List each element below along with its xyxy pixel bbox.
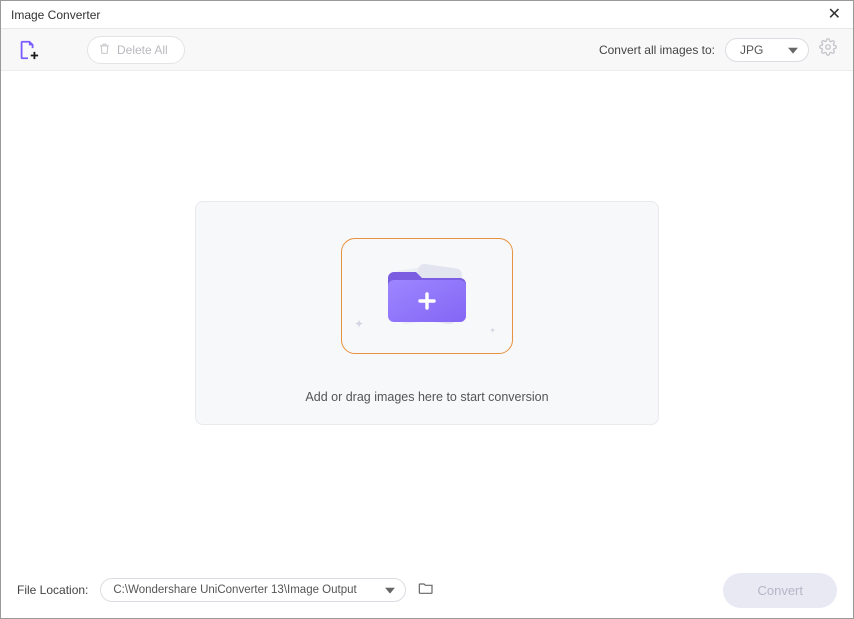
convert-all-label: Convert all images to: <box>599 43 715 57</box>
sparkle-icon: ✦ <box>354 317 364 331</box>
delete-all-label: Delete All <box>117 43 168 57</box>
output-path-value: C:\Wondershare UniConverter 13\Image Out… <box>113 584 356 596</box>
folder-plus-icon <box>388 264 466 329</box>
add-file-icon[interactable] <box>17 39 39 61</box>
sparkle-icon: ✦ <box>489 326 496 335</box>
convert-button-label: Convert <box>757 583 803 598</box>
window-title: Image Converter <box>11 8 100 22</box>
settings-icon[interactable] <box>819 38 837 61</box>
dropzone-instruction: Add or drag images here to start convers… <box>196 390 658 404</box>
output-path-select[interactable]: C:\Wondershare UniConverter 13\Image Out… <box>100 578 406 602</box>
titlebar: Image Converter ✕ <box>1 1 853 29</box>
chevron-down-icon <box>788 47 798 53</box>
output-format-value: JPG <box>740 43 763 57</box>
close-icon[interactable]: ✕ <box>828 7 841 23</box>
convert-button[interactable]: Convert <box>723 573 837 608</box>
delete-all-button[interactable]: Delete All <box>87 36 185 64</box>
dropzone[interactable]: ✦ ✦ Add or drag images here to start con… <box>195 201 659 425</box>
file-location-label: File Location: <box>17 583 88 597</box>
footer: File Location: C:\Wondershare UniConvert… <box>1 562 853 618</box>
chevron-down-icon <box>385 588 395 594</box>
output-format-select[interactable]: JPG <box>725 38 809 62</box>
main-area: ✦ ✦ Add or drag images here to start con… <box>1 71 853 562</box>
trash-icon <box>98 42 111 58</box>
open-folder-icon[interactable] <box>418 581 434 600</box>
toolbar: Delete All Convert all images to: JPG <box>1 29 853 71</box>
add-files-frame[interactable]: ✦ ✦ <box>341 238 513 354</box>
